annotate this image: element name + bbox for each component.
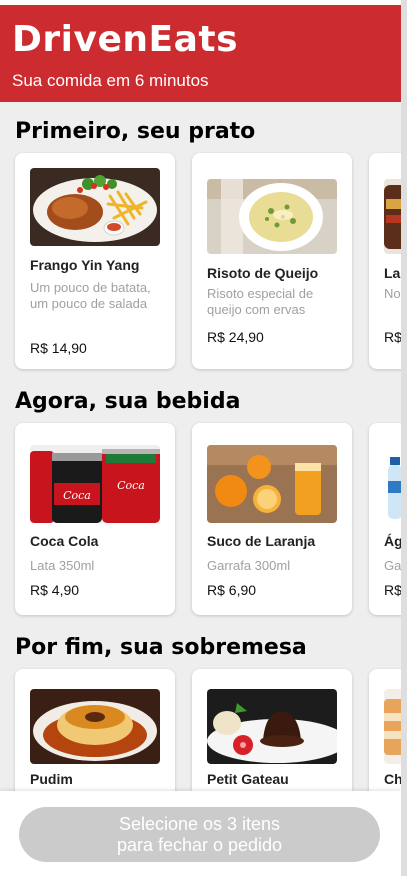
app-frame: DrivenEats Sua comida em 6 minutos Prime… <box>0 0 401 876</box>
drink-name: Suco de Laranja <box>207 533 316 549</box>
dessert-image-partial <box>384 689 401 764</box>
drinks-row[interactable]: Coca Coca Coca Cola Lata 350ml R$ 4,90 S… <box>15 423 401 639</box>
svg-text:Coca: Coca <box>63 489 91 502</box>
drink-price: R$ 4,90 <box>30 582 80 598</box>
section-title-dishes: Primeiro, seu prato <box>15 119 256 144</box>
dish-price: R$ <box>384 329 401 345</box>
app-logo: DrivenEats <box>12 19 239 60</box>
app-slogan: Sua comida em 6 minutos <box>12 71 209 90</box>
dessert-name: Pudim <box>30 771 73 787</box>
page-scrollbar[interactable] <box>401 0 407 876</box>
drink-description: Garrafa 300ml <box>207 558 291 573</box>
dessert-image-pudim <box>30 689 160 764</box>
section-title-desserts: Por fim, sua sobremesa <box>15 635 307 660</box>
dish-card-partial[interactable]: La No las R$ <box>369 153 401 369</box>
dessert-name: Petit Gateau <box>207 771 289 787</box>
checkout-button[interactable]: Selecione os 3 itens para fechar o pedid… <box>19 807 380 862</box>
dish-card-frango[interactable]: Frango Yin Yang Um pouco de batata, um p… <box>15 153 175 369</box>
svg-text:Coca: Coca <box>117 479 145 492</box>
drink-card-coca[interactable]: Coca Coca Coca Cola Lata 350ml R$ 4,90 <box>15 423 175 615</box>
drink-description: Lata 350ml <box>30 558 95 573</box>
dish-image-partial <box>384 179 401 254</box>
dish-description: No las <box>384 286 401 301</box>
drink-price: R$ <box>384 582 401 598</box>
bottom-bar: Selecione os 3 itens para fechar o pedid… <box>0 791 401 876</box>
dishes-row[interactable]: Frango Yin Yang Um pouco de batata, um p… <box>15 153 401 369</box>
checkout-button-line1: Selecione os 3 itens <box>118 813 281 834</box>
drink-image-suco <box>207 445 337 523</box>
drink-name: Coca Cola <box>30 533 99 549</box>
dish-price: R$ 24,90 <box>207 329 264 345</box>
dish-image-frango <box>30 168 160 246</box>
checkout-button-line2: para fechar o pedido <box>116 834 283 855</box>
top-bar: DrivenEats Sua comida em 6 minutos <box>0 5 401 102</box>
dish-price: R$ 14,90 <box>30 340 87 356</box>
dish-name: Frango Yin Yang <box>30 257 140 273</box>
drink-card-suco[interactable]: Suco de Laranja Garrafa 300ml R$ 6,90 <box>192 423 352 615</box>
dessert-image-petit-gateau <box>207 689 337 764</box>
dish-description: Risoto especial de queijo com ervas <box>207 286 314 317</box>
dish-name: La <box>384 265 401 281</box>
dessert-name: Ch <box>384 771 401 787</box>
drink-image-partial <box>384 453 401 523</box>
section-title-drinks: Agora, sua bebida <box>15 389 241 414</box>
dish-name: Risoto de Queijo <box>207 265 319 281</box>
drink-card-partial[interactable]: Ág Ga R$ <box>369 423 401 615</box>
dish-image-risoto <box>207 179 337 254</box>
dish-description: Um pouco de batata, um pouco de salada <box>30 280 151 311</box>
drink-image-coca: Coca Coca <box>30 445 160 523</box>
drink-description: Ga <box>384 558 401 573</box>
drink-name: Ág <box>384 533 401 549</box>
drink-price: R$ 6,90 <box>207 582 257 598</box>
dish-card-risoto[interactable]: Risoto de Queijo Risoto especial de quei… <box>192 153 352 369</box>
